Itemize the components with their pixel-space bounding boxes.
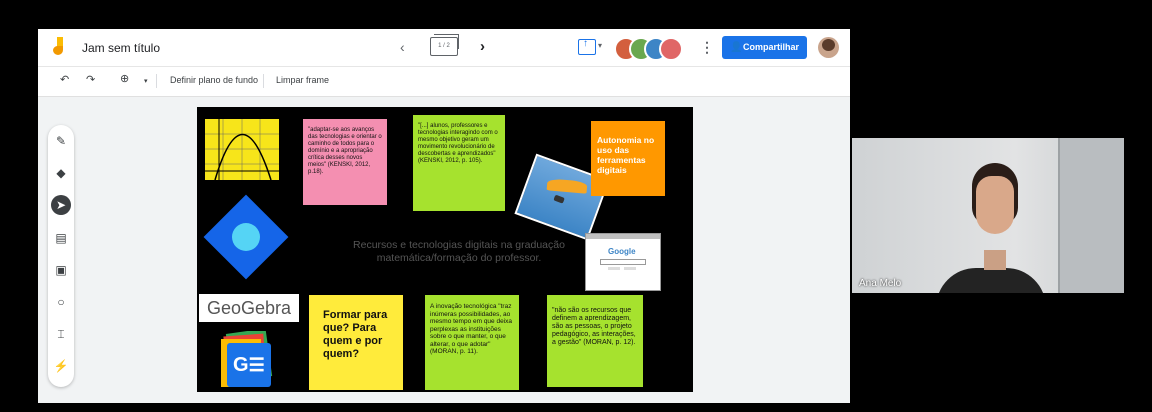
- menu-lines-icon: ☰: [248, 355, 265, 375]
- chevron-down-icon[interactable]: ▾: [598, 41, 602, 50]
- sticky-note-icon[interactable]: ▤: [51, 228, 71, 248]
- toolbar-divider: [263, 74, 264, 88]
- top-bar: Jam sem título ‹ 1 / 2 › ▾ ⋮ 👤 Compartil…: [38, 29, 850, 66]
- door-background: [1058, 138, 1124, 293]
- sticky-note[interactable]: Formar para que? Para quem e por quem?: [309, 295, 403, 390]
- google-screenshot-image[interactable]: Google: [585, 233, 661, 291]
- collaborator-avatar[interactable]: [659, 37, 683, 61]
- share-label: Compartilhar: [743, 42, 800, 52]
- more-options-icon[interactable]: ⋮: [700, 39, 714, 56]
- lucky-button: [624, 267, 636, 270]
- document-title[interactable]: Jam sem título: [82, 41, 160, 55]
- sticky-note[interactable]: "adaptar-se aos avanços das tecnologias …: [303, 119, 387, 205]
- jumper-shape: [553, 194, 565, 204]
- image-icon[interactable]: ▣: [51, 260, 71, 280]
- browser-titlebar: [586, 234, 660, 239]
- clear-frame-button[interactable]: Limpar frame: [276, 75, 329, 85]
- classroom-letter: G: [233, 354, 249, 376]
- frame-toolbar: ↶ ↷ ⊕ ▾ Definir plano de fundo Limpar fr…: [38, 66, 850, 97]
- frame-counter[interactable]: 1 / 2: [430, 37, 458, 56]
- search-button: [608, 267, 620, 270]
- sticky-note[interactable]: "não são os recursos que definem a apren…: [547, 295, 643, 387]
- select-icon[interactable]: ➤: [51, 195, 71, 215]
- chevron-down-icon[interactable]: ▾: [144, 77, 148, 85]
- present-icon[interactable]: [578, 38, 596, 55]
- marker-icon[interactable]: ✎: [51, 131, 71, 151]
- text-box-icon[interactable]: ⌶: [51, 324, 71, 344]
- webcam-tile[interactable]: Ana Melo: [852, 138, 1124, 293]
- toolbar-divider: [156, 74, 157, 88]
- person-neck: [984, 250, 1006, 270]
- google-classroom-icon[interactable]: G☰: [217, 331, 283, 389]
- participant-name: Ana Melo: [859, 278, 902, 289]
- jam-frame[interactable]: "adaptar-se aos avanços das tecnologias …: [197, 107, 693, 392]
- redo-icon[interactable]: ↷: [86, 73, 95, 86]
- turtle-logo-image[interactable]: [203, 194, 289, 280]
- share-button[interactable]: 👤 Compartilhar: [722, 36, 807, 59]
- tool-sidebar: ✎ ◆ ➤ ▤ ▣ ○ ⌶ ⚡: [48, 125, 74, 387]
- set-background-button[interactable]: Definir plano de fundo: [170, 75, 258, 85]
- turtle-shell-shape: [226, 217, 266, 257]
- sticky-note[interactable]: Autonomia no uso das ferramentas digitai…: [591, 121, 665, 196]
- sticky-note[interactable]: "[...] alunos, professores e tecnologias…: [413, 115, 505, 211]
- person-face: [976, 176, 1014, 234]
- jamboard-window: Jam sem título ‹ 1 / 2 › ▾ ⋮ 👤 Compartil…: [38, 29, 850, 403]
- blue-card: G☰: [227, 343, 271, 387]
- next-frame-button[interactable]: ›: [480, 38, 485, 55]
- parabola-graph-image[interactable]: [205, 119, 279, 180]
- undo-icon[interactable]: ↶: [60, 73, 69, 86]
- geogebra-logo[interactable]: GeoGebra: [199, 294, 299, 322]
- previous-frame-button[interactable]: ‹: [400, 39, 405, 55]
- search-box: [600, 259, 646, 265]
- eraser-icon[interactable]: ◆: [51, 163, 71, 183]
- jamboard-logo-icon[interactable]: [52, 37, 64, 57]
- person-add-icon: 👤: [730, 42, 743, 53]
- frame-center-text[interactable]: Recursos e tecnologias digitais na gradu…: [327, 239, 591, 265]
- laser-icon[interactable]: ⚡: [51, 356, 71, 376]
- user-avatar[interactable]: [818, 37, 839, 58]
- google-logo: Google: [608, 247, 636, 256]
- shape-icon[interactable]: ○: [51, 292, 71, 312]
- zoom-icon[interactable]: ⊕: [120, 72, 129, 85]
- parachute-shape: [546, 178, 588, 194]
- sticky-note[interactable]: A inovação tecnológica "traz inúmeras po…: [425, 295, 519, 390]
